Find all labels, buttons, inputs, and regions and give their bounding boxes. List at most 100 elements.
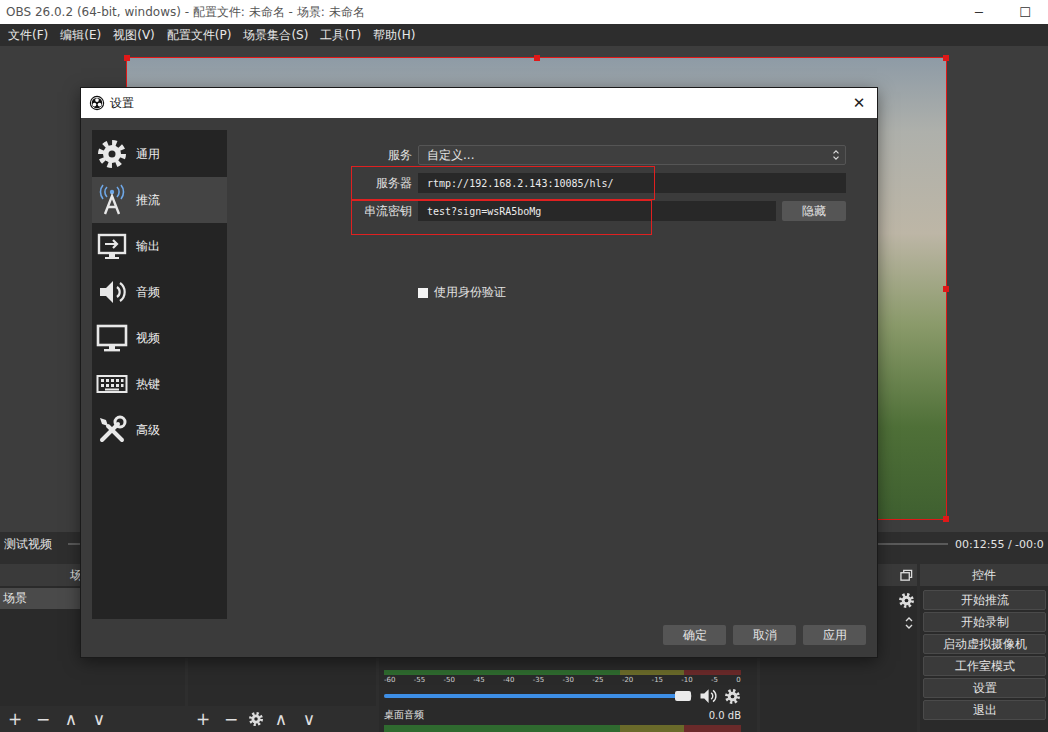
resize-handle[interactable] xyxy=(534,55,540,61)
minimize-button[interactable]: ─ xyxy=(956,5,1002,20)
volume-handle[interactable] xyxy=(675,691,691,701)
spinner-icon[interactable] xyxy=(903,615,915,631)
scale-tick: -40 xyxy=(503,676,514,684)
toolbar-button[interactable]: + xyxy=(192,711,214,728)
volume-slider[interactable] xyxy=(384,694,692,698)
sidebar-item[interactable]: 热键 xyxy=(92,361,227,407)
toolbar-button[interactable]: − xyxy=(32,711,54,728)
sidebar-label: 推流 xyxy=(136,192,160,209)
sidebar-label: 输出 xyxy=(136,238,160,255)
audio-meter xyxy=(384,670,741,675)
scale-tick: -35 xyxy=(533,676,544,684)
sidebar-item[interactable]: 音频 xyxy=(92,269,227,315)
dock-toolbar: +−∧ ∨ xyxy=(0,706,185,732)
controls-dock: 控件开始推流开始录制启动虚拟摄像机工作室模式设置退出 xyxy=(920,564,1048,732)
gear-icon[interactable] xyxy=(898,592,915,609)
channel-name: 桌面音频 xyxy=(384,708,424,722)
sidebar-item[interactable]: 输出 xyxy=(92,223,227,269)
settings-sidebar: 通用推流输出音频视频热键高级 xyxy=(92,130,227,619)
tools-icon xyxy=(96,414,128,446)
service-dropdown[interactable]: 自定义... xyxy=(418,145,846,165)
control-button[interactable]: 工作室模式 xyxy=(923,656,1046,676)
toolbar-button[interactable]: ∧ xyxy=(60,711,82,728)
toolbar-button[interactable]: + xyxy=(4,711,26,728)
sidebar-item[interactable]: 通用 xyxy=(92,131,227,177)
dialog-buttons: 确定取消应用 xyxy=(92,625,866,645)
dialog-button[interactable]: 取消 xyxy=(733,625,796,645)
scale-tick: -5 xyxy=(711,676,718,684)
meter-scale: -60-55-50-45-40-35-30-25-20-15-10-50 xyxy=(384,675,741,685)
dialog-button[interactable]: 确定 xyxy=(663,625,726,645)
sidebar-label: 通用 xyxy=(136,146,160,163)
auth-checkbox[interactable]: 使用身份验证 xyxy=(418,284,846,301)
menu-item[interactable]: 视图(V) xyxy=(107,27,161,44)
menu-item[interactable]: 工具(T) xyxy=(314,27,367,44)
settings-dialog: 设置✕通用推流输出音频视频热键高级服务自定义...服务器rtmp://192.1… xyxy=(81,88,877,657)
toolbar-button[interactable]: ∨ xyxy=(298,711,320,728)
dialog-button[interactable]: 应用 xyxy=(803,625,866,645)
menu-item[interactable]: 文件(F) xyxy=(2,27,54,44)
channel-label-row: 桌面音频0.0 dB xyxy=(384,707,741,723)
field-label: 服务器 xyxy=(240,175,412,192)
meter-segment xyxy=(684,670,741,675)
keyboard-icon xyxy=(96,368,128,400)
meter-segment xyxy=(620,670,684,675)
volume-fill xyxy=(384,694,683,698)
meter-segment xyxy=(384,725,620,732)
scale-tick: -50 xyxy=(443,676,454,684)
dropdown-arrow-icon xyxy=(831,148,841,162)
dock-toolbar: +− ∧ ∨ xyxy=(188,706,376,732)
menu-item[interactable]: 场景集合(S) xyxy=(237,27,314,44)
scale-tick: -20 xyxy=(622,676,633,684)
scale-tick: -45 xyxy=(473,676,484,684)
menu-item[interactable]: 帮助(H) xyxy=(367,27,421,44)
meter-segment xyxy=(620,725,684,732)
dropdown-value: 自定义... xyxy=(427,147,831,164)
antenna-icon xyxy=(96,184,128,216)
scale-tick: -55 xyxy=(414,676,425,684)
checkbox[interactable] xyxy=(418,288,428,298)
control-button[interactable]: 启动虚拟摄像机 xyxy=(923,634,1046,654)
resize-handle[interactable] xyxy=(124,55,130,61)
gear-icon[interactable] xyxy=(248,711,264,727)
sidebar-label: 视频 xyxy=(136,330,160,347)
stream-key-field[interactable]: test?sign=wsRA5boMg xyxy=(418,201,776,221)
resize-handle[interactable] xyxy=(943,55,949,61)
control-button[interactable]: 开始推流 xyxy=(923,590,1046,610)
maximize-button[interactable]: ☐ xyxy=(1002,5,1048,20)
gear-icon xyxy=(96,138,128,170)
float-icon[interactable] xyxy=(900,569,913,582)
form-row: 服务器 rtmp://192.168.2.143:10085/hls/ xyxy=(240,173,846,193)
output-icon xyxy=(96,230,128,262)
control-buttons: 开始推流开始录制启动虚拟摄像机工作室模式设置退出 xyxy=(920,586,1048,732)
form-row: 服务自定义... xyxy=(240,145,846,165)
sidebar-item[interactable]: 推流 xyxy=(92,177,227,223)
sidebar-item[interactable]: 视频 xyxy=(92,315,227,361)
title-bar: OBS 26.0.2 (64-bit, windows) - 配置文件: 未命名… xyxy=(0,0,1048,24)
sidebar-label: 高级 xyxy=(136,422,160,439)
highlight-box xyxy=(351,200,652,235)
field-box: rtmp://192.168.2.143:10085/hls/ xyxy=(418,173,846,193)
window-title: OBS 26.0.2 (64-bit, windows) - 配置文件: 未命名… xyxy=(6,4,956,21)
control-button[interactable]: 开始录制 xyxy=(923,612,1046,632)
menu-item[interactable]: 配置文件(P) xyxy=(161,27,238,44)
resize-handle[interactable] xyxy=(943,516,949,522)
toolbar-button[interactable]: − xyxy=(220,711,242,728)
field-label: 服务 xyxy=(240,147,412,164)
speaker-icon[interactable] xyxy=(698,686,718,706)
sidebar-item[interactable]: 高级 xyxy=(92,407,227,453)
resize-handle[interactable] xyxy=(943,286,949,292)
hide-button[interactable]: 隐藏 xyxy=(782,201,846,221)
scale-tick: -15 xyxy=(652,676,663,684)
control-button[interactable]: 设置 xyxy=(923,678,1046,698)
media-time: 00:12:55 / -00:0 xyxy=(955,538,1048,551)
control-button[interactable]: 退出 xyxy=(923,700,1046,720)
toolbar-button[interactable]: ∧ xyxy=(270,711,292,728)
field-box: test?sign=wsRA5boMg 隐藏 xyxy=(418,201,846,221)
menu-item[interactable]: 编辑(E) xyxy=(54,27,107,44)
close-button[interactable]: ✕ xyxy=(849,94,869,112)
server-field[interactable]: rtmp://192.168.2.143:10085/hls/ xyxy=(418,173,846,193)
sidebar-label: 音频 xyxy=(136,284,160,301)
toolbar-button[interactable]: ∨ xyxy=(88,711,110,728)
gear-icon[interactable] xyxy=(724,688,741,705)
